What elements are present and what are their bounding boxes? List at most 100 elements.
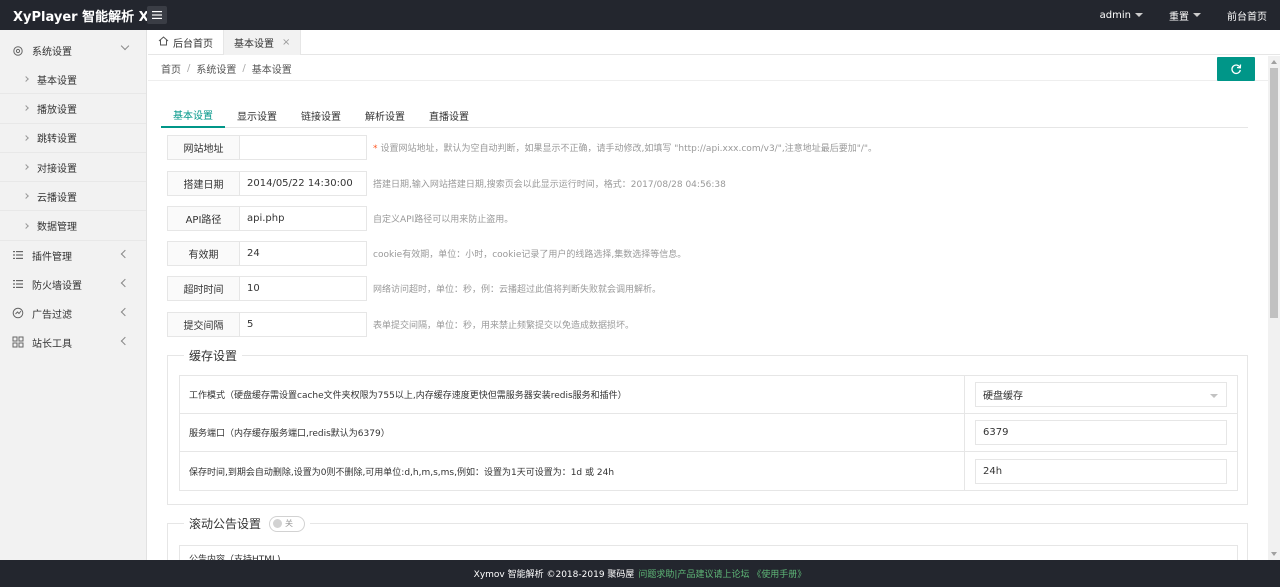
cache-row-mode: 工作模式（硬盘缓存需设置cache文件夹权限为755以上,内存缓存速度更快但需服… <box>180 376 1237 414</box>
close-icon[interactable]: × <box>282 37 290 48</box>
cache-port-desc: 服务端口（内存缓存服务端口,redis默认为6379） <box>180 414 965 451</box>
cache-mode-value: 硬盘缓存 <box>983 391 1023 402</box>
cache-mode-select[interactable]: 硬盘缓存 <box>975 382 1227 407</box>
chevron-left-icon <box>120 278 130 288</box>
caret-down-icon <box>1210 394 1218 398</box>
cache-settings-fieldset: 缓存设置 工作模式（硬盘缓存需设置cache文件夹权限为755以上,内存缓存速度… <box>167 347 1248 505</box>
scroll-up-arrow-icon[interactable] <box>1271 60 1277 64</box>
scroll-thumb[interactable] <box>1270 68 1278 318</box>
timeout-help: 网络访问超时，单位：秒，例：云播超过此值将判断失败就会调用解析。 <box>373 285 662 295</box>
form-row-submit-interval: 提交间隔 5 表单提交间隔，单位：秒，用来禁止频繁提交以免造成数据损坏。 <box>167 312 634 337</box>
sidebar-group-label: 插件管理 <box>32 251 72 263</box>
breadcrumb-separator: / <box>187 62 191 74</box>
grid-icon <box>12 336 24 348</box>
cache-row-ttl: 保存时间,到期会自动删除,设置为0则不删除,可用单位:d,h,m,s,ms,例如… <box>180 452 1237 490</box>
sidebar-item-basic[interactable]: 基本设置 <box>0 65 146 95</box>
breadcrumb-system[interactable]: 系统设置 <box>196 61 236 76</box>
site-url-help: * 设置网站地址，默认为空自动判断，如果显示不正确，请手动修改,如填写 "http… <box>373 141 877 154</box>
notice-toggle-switch[interactable]: 关 <box>269 515 306 532</box>
menu-toggle-button[interactable] <box>147 6 167 24</box>
tab-home[interactable]: 后台首页 <box>148 30 224 55</box>
build-date-label: 搭建日期 <box>167 171 240 196</box>
refresh-button[interactable] <box>1217 57 1255 81</box>
tab-basic-settings[interactable]: 基本设置 × <box>224 30 302 55</box>
form-row-build-date: 搭建日期 2014/05/22 14:30:00 搭建日期,输入网站搭建日期,搜… <box>167 171 726 196</box>
chevron-left-icon <box>120 336 130 346</box>
refresh-icon <box>1231 64 1242 75</box>
page-tabs: 后台首页 基本设置 × <box>148 30 1280 55</box>
timeout-label: 超时时间 <box>167 276 240 301</box>
app-title[interactable]: XyPlayer 智能解析 X3 <box>0 6 158 25</box>
submit-interval-input[interactable]: 5 <box>240 312 367 337</box>
gear-icon <box>12 45 24 57</box>
help-text: 设置网站地址，默认为空自动判断，如果显示不正确，请手动修改,如填写 "http:… <box>380 144 878 154</box>
reset-menu[interactable]: 重置 <box>1156 8 1214 23</box>
chevron-down-icon <box>120 41 130 51</box>
chevron-right-icon <box>23 164 29 170</box>
site-url-input[interactable] <box>240 135 367 160</box>
list-icon <box>12 249 24 261</box>
timeout-input[interactable]: 10 <box>240 276 367 301</box>
footer-copyright: Xymov 智能解析 ©2018-2019 聚码屋 <box>473 570 635 580</box>
subtab-links[interactable]: 链接设置 <box>289 102 353 128</box>
sidebar-group-label: 防火墙设置 <box>32 280 82 292</box>
sidebar-item-label: 播放设置 <box>37 104 77 116</box>
switch-label: 关 <box>285 519 294 528</box>
cookie-expiry-input[interactable]: 24 <box>240 241 367 266</box>
breadcrumb-separator: / <box>242 62 246 74</box>
subtab-parse[interactable]: 解析设置 <box>353 102 417 128</box>
sidebar-item-jump[interactable]: 跳转设置 <box>0 124 146 153</box>
sidebar-group-tools[interactable]: 站长工具 <box>0 328 146 357</box>
sidebar-item-connect[interactable]: 对接设置 <box>0 153 146 183</box>
sidebar-item-cloud[interactable]: 云播设置 <box>0 182 146 212</box>
build-date-input[interactable]: 2014/05/22 14:30:00 <box>240 171 367 196</box>
chevron-right-icon <box>23 134 29 141</box>
home-icon <box>158 36 169 49</box>
notice-settings-legend: 滚动公告设置 关 <box>184 515 311 532</box>
form-row-site-url: 网站地址 * 设置网站地址，默认为空自动判断，如果显示不正确，请手动修改,如填写 … <box>167 135 877 160</box>
scroll-down-arrow-icon[interactable] <box>1271 552 1277 556</box>
subtab-basic[interactable]: 基本设置 <box>161 102 225 128</box>
chevron-right-icon <box>23 222 29 229</box>
cache-ttl-desc: 保存时间,到期会自动删除,设置为0则不删除,可用单位:d,h,m,s,ms,例如… <box>180 452 965 490</box>
switch-knob <box>273 519 283 528</box>
breadcrumb-home[interactable]: 首页 <box>161 61 181 76</box>
notice-content-table: 公告内容（支持HTML) <box>179 545 1238 560</box>
subtab-display[interactable]: 显示设置 <box>225 102 289 128</box>
chevron-right-icon <box>23 193 29 200</box>
cache-port-input[interactable]: 6379 <box>975 420 1227 445</box>
frontend-link[interactable]: 前台首页 <box>1214 8 1280 23</box>
breadcrumb-current: 基本设置 <box>251 64 292 76</box>
sidebar-item-play[interactable]: 播放设置 <box>0 94 146 124</box>
api-path-input[interactable]: api.php <box>240 206 367 231</box>
user-menu[interactable]: admin <box>1087 10 1156 21</box>
footer-help-link[interactable]: 问题求助|产品建议请上论坛 《使用手册》 <box>638 567 806 580</box>
sidebar-item-label: 数据管理 <box>37 222 77 234</box>
cookie-expiry-label: 有效期 <box>167 241 240 266</box>
sidebar-group-system[interactable]: 系统设置 <box>0 36 146 65</box>
subtab-live[interactable]: 直播设置 <box>417 102 481 128</box>
reset-label: 重置 <box>1169 11 1189 23</box>
form-row-api-path: API路径 api.php 自定义API路径可以用来防止盗用。 <box>167 206 513 231</box>
tab-label: 后台首页 <box>173 39 213 50</box>
cache-settings-title: 缓存设置 <box>184 347 243 364</box>
sidebar-item-label: 基本设置 <box>37 75 77 87</box>
sidebar-item-label: 云播设置 <box>37 192 77 204</box>
sidebar-group-plugins[interactable]: 插件管理 <box>0 241 146 270</box>
sidebar-group-label: 站长工具 <box>32 338 72 350</box>
list-icon <box>12 278 24 290</box>
page-scrollbar[interactable] <box>1268 56 1280 560</box>
chevron-left-icon <box>120 249 130 259</box>
api-path-label: API路径 <box>167 206 240 231</box>
cache-ttl-input[interactable]: 24h <box>975 458 1227 484</box>
tab-label: 基本设置 <box>234 39 274 50</box>
caret-down-icon <box>1135 13 1143 17</box>
sidebar-item-label: 对接设置 <box>37 163 77 175</box>
sidebar-group-firewall[interactable]: 防火墙设置 <box>0 270 146 299</box>
form-row-timeout: 超时时间 10 网络访问超时，单位：秒，例：云播超过此值将判断失败就会调用解析。 <box>167 276 661 301</box>
required-mark: * <box>373 144 378 154</box>
api-path-help: 自定义API路径可以用来防止盗用。 <box>373 215 514 225</box>
hamburger-icon <box>152 11 162 19</box>
sidebar-item-data[interactable]: 数据管理 <box>0 211 146 241</box>
sidebar-group-adfilter[interactable]: 广告过滤 <box>0 299 146 328</box>
